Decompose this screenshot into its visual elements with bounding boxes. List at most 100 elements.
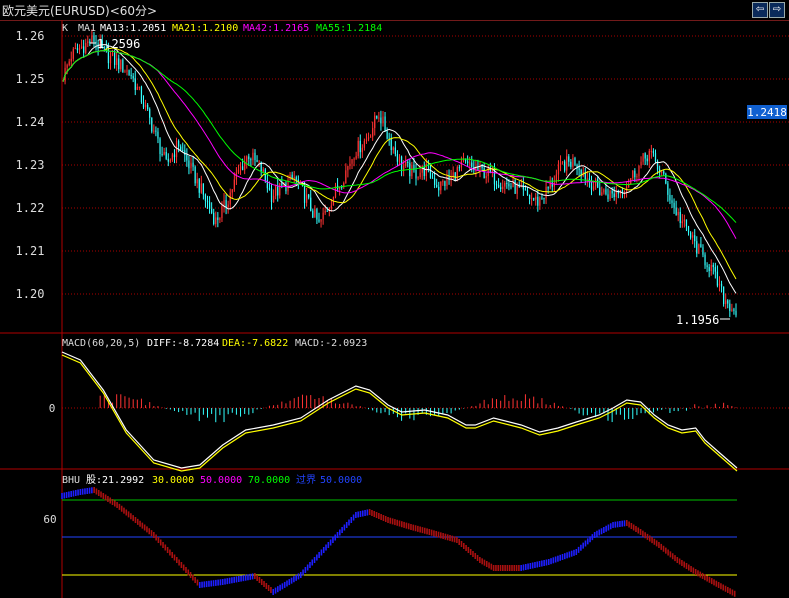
- candle-body: [675, 207, 677, 216]
- candle-body: [303, 185, 306, 203]
- bhu-legend-item: 70.0000: [248, 475, 290, 486]
- candle-body: [85, 42, 87, 53]
- candle-body: [241, 166, 244, 171]
- candle-body: [392, 147, 394, 151]
- candle-body: [320, 219, 322, 222]
- candle-body: [452, 172, 454, 177]
- macd-legend-item: DEA:-7.6822: [222, 338, 288, 349]
- candle-body: [722, 286, 725, 305]
- candle-body: [76, 48, 79, 51]
- candle-body: [471, 162, 473, 167]
- candle-body: [396, 154, 399, 162]
- candlestick-series: [64, 29, 737, 318]
- bhu-legend-item: 过界: [296, 473, 316, 486]
- candle-body: [68, 61, 70, 66]
- candle-body: [497, 184, 500, 188]
- candle-body: [648, 151, 650, 162]
- candle-body: [407, 161, 409, 163]
- candle-body: [312, 210, 314, 218]
- legend-item: MA55:1.2184: [316, 23, 382, 34]
- candle-body: [708, 267, 710, 272]
- candle-body: [398, 156, 401, 162]
- candle-body: [702, 247, 704, 255]
- candle-body: [353, 158, 355, 160]
- candle-body: [632, 170, 634, 179]
- candle-body: [326, 210, 328, 212]
- legend-item: MA1: [78, 23, 96, 34]
- candle-body: [423, 166, 425, 176]
- candle-body: [553, 182, 555, 187]
- candle-body: [351, 159, 353, 164]
- candle-body: [394, 147, 396, 155]
- candle-body: [611, 190, 613, 194]
- candle-body: [535, 196, 537, 200]
- candle-body: [685, 219, 688, 227]
- candle-body: [277, 186, 279, 196]
- candle-body: [171, 154, 174, 161]
- bhu-tick-label: 60: [43, 513, 56, 526]
- candle-body: [124, 71, 126, 73]
- candle-body: [574, 158, 576, 165]
- candle-body: [522, 184, 524, 190]
- candle-body: [477, 167, 479, 170]
- candle-body: [508, 183, 510, 187]
- candle-body: [483, 168, 485, 179]
- candle-body: [607, 194, 609, 199]
- y-tick-label: 1.25: [16, 72, 45, 86]
- candle-body: [514, 179, 516, 194]
- title-bar: 欧元美元(EURUSD)<60分> ⇦ ⇨: [0, 0, 789, 21]
- candle-body: [677, 211, 679, 216]
- price-gridlines: [62, 35, 789, 295]
- candle-body: [467, 161, 469, 164]
- bhu-legend-item: 50.0000: [200, 475, 242, 486]
- candle-body: [116, 58, 118, 65]
- candle-body: [735, 310, 737, 316]
- candle-body: [673, 202, 675, 208]
- candle-body: [469, 162, 471, 164]
- candle-body: [718, 283, 721, 286]
- candle-body: [279, 183, 281, 196]
- candle-body: [541, 197, 543, 199]
- candle-body: [689, 232, 692, 238]
- candle-body: [716, 271, 719, 286]
- candle-body: [729, 303, 731, 311]
- candle-body: [310, 197, 312, 211]
- candle-body: [142, 102, 145, 108]
- candle-body: [642, 153, 644, 162]
- candle-body: [169, 160, 171, 162]
- candle-body: [254, 152, 256, 160]
- candle-body: [679, 211, 681, 224]
- next-arrow-icon[interactable]: ⇨: [769, 2, 785, 18]
- candle-body: [384, 116, 386, 132]
- macd-legend-item: MACD:-2.0923: [295, 338, 367, 349]
- candle-body: [367, 137, 370, 140]
- candle-body: [256, 159, 258, 162]
- candle-body: [72, 48, 74, 59]
- candle-body: [258, 161, 260, 163]
- candle-body: [506, 183, 508, 185]
- candle-body: [564, 161, 566, 171]
- candle-body: [87, 41, 89, 43]
- candle-body: [355, 156, 357, 159]
- candle-body: [436, 184, 438, 187]
- candle-body: [330, 205, 332, 209]
- candle-body: [239, 166, 242, 170]
- candle-body: [440, 181, 442, 191]
- candle-body: [372, 128, 374, 137]
- candle-body: [163, 151, 165, 155]
- candle-body: [531, 198, 533, 200]
- low-price-label: 1.1956: [676, 313, 719, 327]
- candle-body: [188, 160, 190, 169]
- y-tick-label: 1.23: [16, 158, 45, 172]
- prev-arrow-icon[interactable]: ⇦: [752, 2, 768, 18]
- candle-body: [698, 244, 700, 254]
- candle-body: [167, 158, 169, 162]
- candle-body: [669, 194, 671, 201]
- bhu-legend-item: 30.0000: [152, 475, 194, 486]
- candle-body: [710, 265, 712, 272]
- candle-body: [74, 48, 77, 50]
- candle-body: [175, 140, 178, 158]
- candle-body: [118, 58, 120, 70]
- candle-body: [287, 180, 289, 192]
- candle-body: [363, 140, 366, 148]
